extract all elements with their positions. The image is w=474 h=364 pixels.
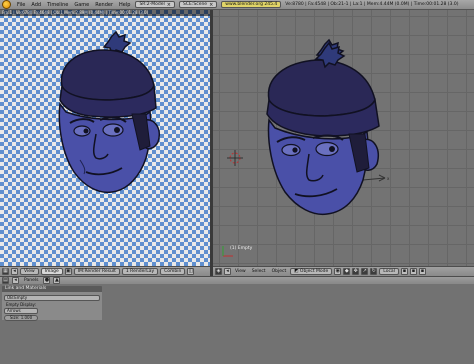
scene-selector[interactable]: SCE:Scene × [179,1,218,8]
panel-body: OB:Empty Empty Display: Arrows Size: 1.0… [2,292,102,321]
active-object-label: (1) Empty [230,246,253,251]
layer-button-icon[interactable]: ▪ [418,268,426,275]
menu-render[interactable]: Render [92,2,116,8]
viewport-scene: x [222,38,390,257]
menu-file[interactable]: File [14,2,28,8]
close-icon[interactable]: × [209,2,213,8]
menu-timeline[interactable]: Timeline [44,2,71,8]
3d-view-header: ◈ ◂ View Select Object ◩ Object Mode ◉ ◆… [213,266,474,276]
empty-size-field[interactable]: Size: 1.000 [4,315,38,321]
image-browse-icon[interactable]: ▣ [64,268,72,275]
3d-cursor-icon [227,150,243,166]
view-menu[interactable]: View [20,268,39,275]
blender-url-link[interactable]: www.blender.org 245.4 [221,1,282,8]
info-header: File Add Timeline Game Render Help SR:2-… [0,0,474,10]
image-menu[interactable]: Image [40,268,63,275]
image-editor-area[interactable]: Fra:1 | Ve:6780 Fa:4648 | Ob:1 Mem:2.89M… [0,10,210,266]
close-icon[interactable]: × [167,2,171,8]
manipulator-icon[interactable]: ✥ [352,268,360,275]
screen-selector[interactable]: SR:2-Model × [135,1,175,8]
render-layer-select[interactable]: 1 RenderLay [121,268,159,275]
collapse-menu-icon[interactable]: ◂ [11,268,18,275]
3d-viewport[interactable]: x (1) Empty [213,10,474,266]
menu-help[interactable]: Help [116,2,133,8]
pivot-icon[interactable]: ◆ [343,268,351,275]
draw-type-icon[interactable]: ◉ [334,268,342,275]
scene-stats: Ve:8780 | Fa:4548 | Ob:21-1 | La:1 | Mem… [285,2,459,7]
object-context-icon[interactable]: ▲ [53,277,61,284]
scene-name: SCE:Scene [183,1,208,7]
screen-name: SR:2-Model [139,1,165,7]
link-materials-panel: Link and Materials OB:Empty Empty Displa… [2,286,102,321]
empty-display-select[interactable]: Arrows [4,308,38,314]
layer-button-icon[interactable]: ▪ [409,268,417,275]
menu-add[interactable]: Add [28,2,44,8]
layer-button-icon[interactable]: ▪ [400,268,408,275]
blender-logo-icon[interactable] [2,0,11,9]
empty-display-label: Empty Display: [6,301,36,307]
object-menu[interactable]: Object [270,269,289,274]
rendered-character-head [58,30,160,194]
menu-game[interactable]: Game [71,2,92,8]
image-editor-header: ▦ ◂ View Image ▣ IM:Render Result 1 Rend… [0,266,210,276]
mode-select[interactable]: ◩ Object Mode [290,268,333,275]
select-menu[interactable]: Select [250,269,268,274]
collapse-menu-icon[interactable]: ◂ [224,268,231,275]
editor-type-icon[interactable]: ▦ [2,268,9,275]
mode-label: Object Mode [299,268,329,274]
svg-text:x: x [387,176,390,181]
buttons-window: Link and Materials OB:Empty Empty Displa… [0,284,474,364]
editor-type-icon[interactable]: ▤ [2,277,9,284]
translate-icon[interactable]: ↗ [361,268,369,275]
panels-menu[interactable]: Panels [22,278,40,283]
object-name-field[interactable]: OB:Empty [4,294,100,301]
buttons-window-header: ▤ ◂ Panels ● ▲ [0,276,474,284]
shading-context-icon[interactable]: ● [43,277,51,284]
orientation-select[interactable]: Local [379,268,399,275]
render-pass-select[interactable]: Combin [160,268,186,275]
view-menu[interactable]: View [233,269,248,274]
rotate-icon[interactable]: ↻ [370,268,378,275]
collapse-menu-icon[interactable]: ◂ [12,277,19,284]
editor-type-icon[interactable]: ◈ [215,268,222,275]
image-name-field[interactable]: IM:Render Result [73,268,120,275]
lock-icon[interactable]: ◫ [187,268,195,275]
